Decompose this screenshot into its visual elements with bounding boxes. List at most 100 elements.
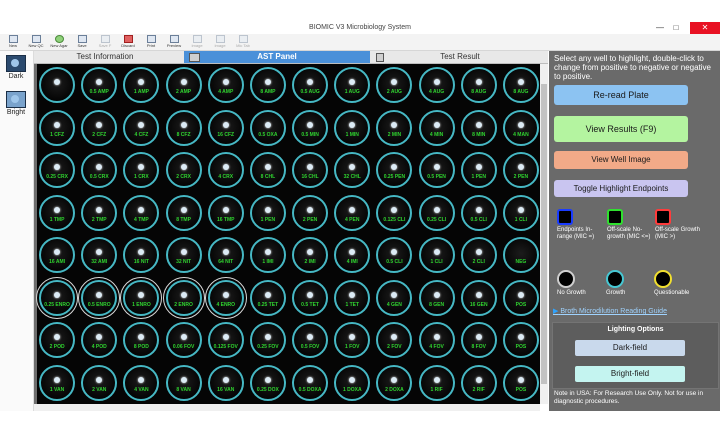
plate-well[interactable]: 8 TMP — [165, 194, 202, 231]
horizontal-scrollbar[interactable] — [34, 404, 540, 411]
plate-well[interactable]: 1 DOXA — [334, 364, 371, 401]
plate-well[interactable]: 0.5 CLI — [376, 237, 413, 274]
plate-well[interactable]: 32 CHL — [334, 152, 371, 189]
plate-well[interactable]: 32 NIT — [165, 237, 202, 274]
plate-well[interactable]: 2 DOXA — [376, 364, 413, 401]
plate-well[interactable]: 8 VAN — [165, 364, 202, 401]
plate-well[interactable]: 4 IMI — [334, 237, 371, 274]
plate-well[interactable]: 8 CHL — [249, 152, 286, 189]
plate-well[interactable]: 1 CLI — [502, 194, 539, 231]
plate-well[interactable]: 1 TMP — [39, 194, 76, 231]
reading-guide-link[interactable]: ▶ Broth Microdilution Reading Guide — [553, 307, 667, 315]
plate-well[interactable]: 8 GEN — [418, 279, 455, 316]
plate-well[interactable]: 1 ENRO — [120, 276, 163, 319]
plate-well[interactable]: 1 VAN — [39, 364, 76, 401]
plate-well[interactable]: 4 ENRO — [204, 276, 247, 319]
plate-well[interactable]: 1 TET — [334, 279, 371, 316]
maximize-button[interactable]: □ — [668, 22, 684, 34]
plate-well[interactable]: 4 AUG — [418, 67, 455, 104]
plate-well[interactable]: 0.125 CLI — [376, 194, 413, 231]
plate-well[interactable]: 0.06 FOV — [165, 322, 202, 359]
close-button[interactable]: ✕ — [690, 22, 720, 34]
plate-well[interactable]: 0.5 CLI — [460, 194, 497, 231]
tab-ast-panel[interactable]: AST Panel — [184, 51, 370, 63]
plate-well[interactable]: 8 POD — [123, 322, 160, 359]
plate-well[interactable]: 8 AUG — [460, 67, 497, 104]
plate-well[interactable]: 16 NIT — [123, 237, 160, 274]
plate-well[interactable]: 8 AMP — [249, 67, 286, 104]
plate-well[interactable]: 0.5 CRX — [81, 152, 118, 189]
plate-well[interactable]: 4 CFZ — [123, 109, 160, 146]
plate-well[interactable]: 2 RIF — [460, 364, 497, 401]
plate-well[interactable]: POS — [502, 364, 539, 401]
plate-well[interactable]: 2 ENRO — [162, 276, 205, 319]
plate-well[interactable]: 1 CFZ — [39, 109, 76, 146]
view-results-button[interactable]: View Results (F9) — [554, 116, 688, 142]
plate-well[interactable]: 8 CFZ — [165, 109, 202, 146]
plate-well[interactable]: 2 POD — [39, 322, 76, 359]
plate-well[interactable]: 4 MIN — [418, 109, 455, 146]
plate-well[interactable]: 0.25 FOV — [249, 322, 286, 359]
plate-well[interactable]: 4 MAN — [502, 109, 539, 146]
plate-well[interactable]: 0.25 PEN — [376, 152, 413, 189]
plate-well[interactable]: 1 MIN — [334, 109, 371, 146]
scroll-thumb[interactable] — [541, 84, 547, 384]
plate-well[interactable]: 1 AUG — [334, 67, 371, 104]
plate-well[interactable]: 0.5 TET — [292, 279, 329, 316]
plate-well[interactable]: 2 VAN — [81, 364, 118, 401]
plate-well[interactable]: POS — [502, 322, 539, 359]
plate-well[interactable]: 1 IMI — [249, 237, 286, 274]
toolbar-button-3[interactable]: Save — [72, 35, 92, 49]
plate-well[interactable]: 16 CHL — [292, 152, 329, 189]
plate-well[interactable]: 1 FOV — [334, 322, 371, 359]
toolbar-button-6[interactable]: Print — [141, 35, 161, 49]
plate-well[interactable]: 8 FOV — [460, 322, 497, 359]
plate-well[interactable]: 2 CFZ — [81, 109, 118, 146]
plate-well[interactable]: 0.125 FOV — [207, 322, 244, 359]
bright-view-button[interactable]: Bright — [3, 91, 29, 116]
toolbar-button-7[interactable]: Preview — [164, 35, 184, 49]
plate-well[interactable]: 4 FOV — [418, 322, 455, 359]
plate-well[interactable]: POS — [502, 279, 539, 316]
toolbar-button-0[interactable]: New — [3, 35, 23, 49]
plate-well[interactable]: 16 GEN — [460, 279, 497, 316]
plate-well[interactable]: 0.5 ENRO — [78, 276, 121, 319]
plate-well[interactable]: 2 AUG — [376, 67, 413, 104]
plate-well[interactable]: 2 FOV — [376, 322, 413, 359]
bright-field-button[interactable]: Bright-field — [575, 366, 685, 382]
plate-well[interactable]: 0.5 PEN — [418, 152, 455, 189]
plate-well[interactable]: 0.25 DOX — [249, 364, 286, 401]
toolbar-button-9[interactable]: Image — [210, 35, 230, 49]
plate-well[interactable]: 0.5 AUG — [292, 67, 329, 104]
toolbar-button-8[interactable]: Image — [187, 35, 207, 49]
plate-well[interactable]: 1 RIF — [418, 364, 455, 401]
plate-well[interactable]: 0.25 CLI — [418, 194, 455, 231]
plate-well[interactable]: 1 PEN — [249, 194, 286, 231]
plate-well[interactable]: 0.5 AMP — [81, 67, 118, 104]
view-well-image-button[interactable]: View Well Image — [554, 151, 688, 169]
plate-well[interactable]: 4 PEN — [334, 194, 371, 231]
plate-well[interactable]: 4 POD — [81, 322, 118, 359]
plate-well[interactable]: 4 TMP — [123, 194, 160, 231]
minimize-button[interactable]: — — [652, 22, 668, 34]
plate-well[interactable]: 0.5 OXA — [249, 109, 286, 146]
plate-well[interactable]: 4 VAN — [123, 364, 160, 401]
plate-well[interactable]: NEG — [502, 237, 539, 274]
dark-field-button[interactable]: Dark-field — [575, 340, 685, 356]
plate-well[interactable]: 64 NIT — [207, 237, 244, 274]
plate-well[interactable]: 1 AMP — [123, 67, 160, 104]
plate-well[interactable]: 1 CRX — [123, 152, 160, 189]
plate-well[interactable]: 4 CRX — [207, 152, 244, 189]
plate-well[interactable]: 8 AUG — [502, 67, 539, 104]
plate-well[interactable]: 0.5 MIN — [292, 109, 329, 146]
plate-well[interactable]: 0.25 ENRO — [36, 276, 79, 319]
plate-well[interactable] — [39, 67, 76, 104]
plate-well[interactable]: 1 CLI — [418, 237, 455, 274]
plate-well[interactable]: 16 TMP — [207, 194, 244, 231]
tab-test-information[interactable]: Test Information — [34, 51, 176, 63]
plate-well[interactable]: 4 GEN — [376, 279, 413, 316]
toolbar-button-5[interactable]: Discard — [118, 35, 138, 49]
dark-view-button[interactable]: Dark — [3, 55, 29, 80]
plate-well[interactable]: 1 PEN — [460, 152, 497, 189]
plate-well[interactable]: 32 AMI — [81, 237, 118, 274]
